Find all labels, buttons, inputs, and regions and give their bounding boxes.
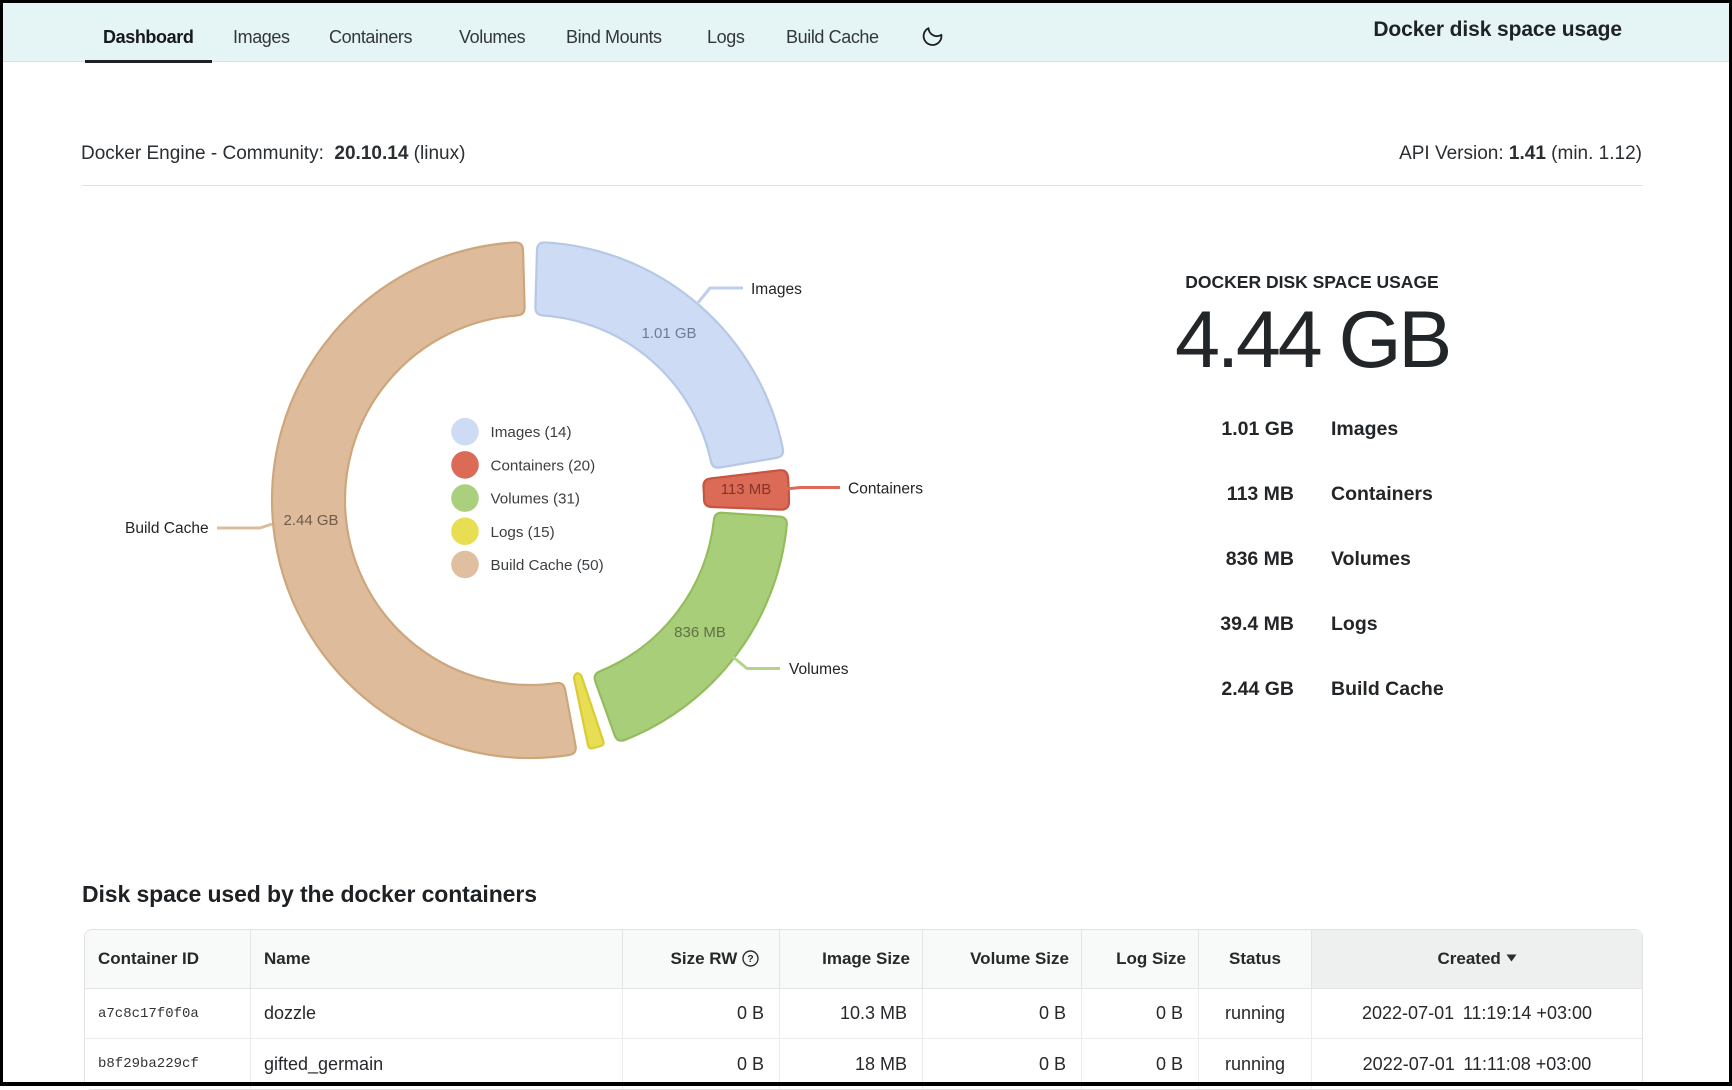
- svg-text:?: ?: [747, 953, 753, 965]
- svg-text:Logs (15): Logs (15): [491, 524, 555, 541]
- svg-text:Build Cache: Build Cache: [125, 520, 209, 537]
- svg-text:113 MB: 113 MB: [721, 481, 772, 498]
- svg-text:Volumes: Volumes: [789, 661, 849, 678]
- svg-text:Images: Images: [751, 281, 802, 298]
- svg-text:Volumes (31): Volumes (31): [491, 491, 580, 508]
- svg-text:Containers (20): Containers (20): [491, 457, 596, 474]
- svg-text:2.44 GB: 2.44 GB: [283, 512, 338, 529]
- svg-text:Containers: Containers: [848, 481, 923, 498]
- svg-text:836 MB: 836 MB: [674, 624, 726, 641]
- svg-text:1.01 GB: 1.01 GB: [641, 325, 696, 342]
- svg-text:Build Cache (50): Build Cache (50): [491, 557, 604, 574]
- svg-text:Images (14): Images (14): [491, 424, 572, 441]
